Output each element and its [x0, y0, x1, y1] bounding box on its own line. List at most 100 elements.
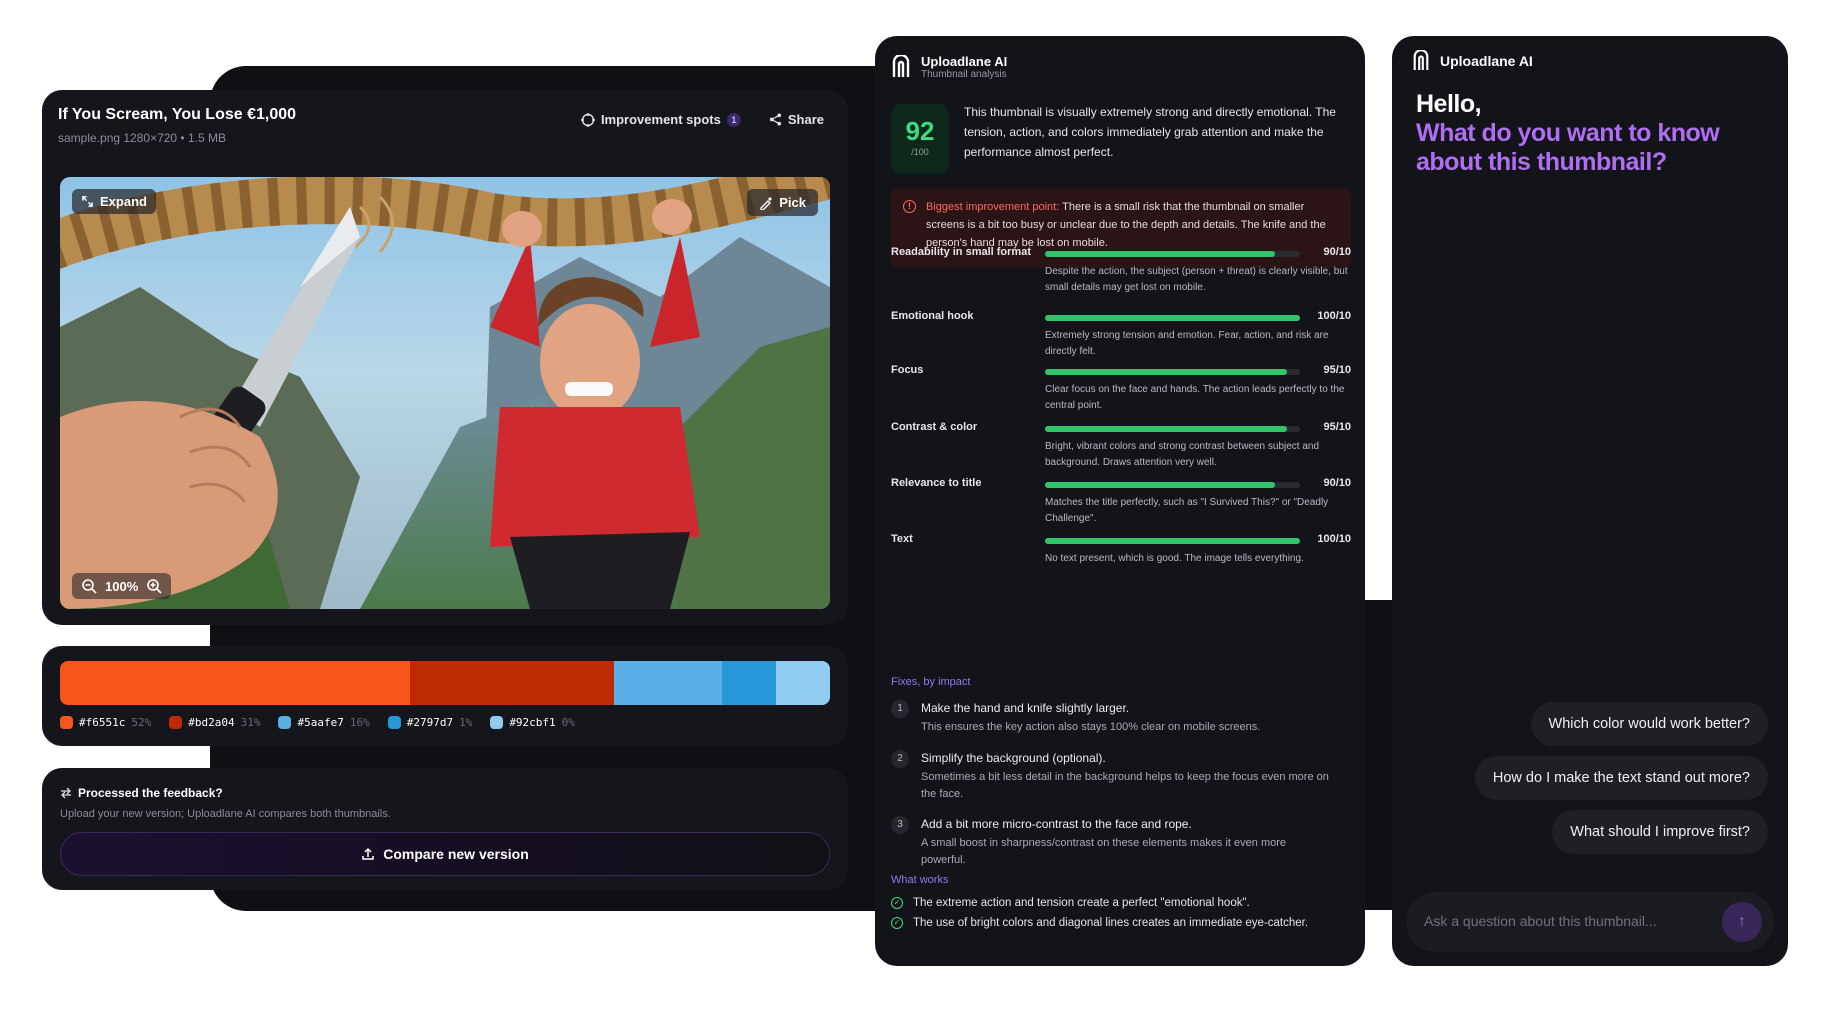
- preview-actions: Improvement spots 1 Share: [580, 112, 824, 127]
- metric-description: Despite the action, the subject (person …: [1045, 266, 1348, 293]
- metric-label: Relevance to title: [891, 477, 982, 489]
- compare-button-label: Compare new version: [383, 846, 529, 862]
- score-denominator: /100: [911, 147, 929, 157]
- palette-segment[interactable]: [776, 661, 830, 705]
- metric-row: Text 100/10 No text present, which is good…: [891, 533, 1351, 583]
- metric-label: Focus: [891, 364, 924, 376]
- metric-score: 95/10: [1323, 364, 1351, 376]
- metric-row: Emotional hook 100/10 Extremely strong ten…: [891, 310, 1351, 360]
- pick-color-button[interactable]: Pick: [747, 189, 818, 216]
- feedback-card: Processed the feedback? Upload your new …: [42, 768, 848, 890]
- check-circle-icon: ✓: [891, 897, 903, 909]
- swap-icon: [61, 787, 71, 799]
- metric-score: 90/10: [1323, 246, 1351, 258]
- palette-legend-item[interactable]: #5aafe7 16%: [278, 716, 370, 729]
- color-swatch: [387, 716, 401, 729]
- works-item: ✓ The use of bright colors and diagonal l…: [891, 914, 1331, 933]
- metric-label: Contrast & color: [891, 421, 978, 433]
- palette-legend-item[interactable]: #bd2a04 31%: [169, 716, 260, 729]
- thumbnail-illustration: [60, 177, 830, 609]
- chat-greeting: Hello,: [1416, 90, 1482, 118]
- metric-bar-track: [1045, 251, 1300, 257]
- fix-title: Simplify the background (optional).: [921, 751, 1106, 765]
- palette-bar: [60, 661, 830, 705]
- color-hex: #92cbf1: [509, 716, 556, 729]
- color-percent: 52%: [131, 716, 152, 729]
- palette-segment[interactable]: [410, 661, 615, 705]
- metric-bar-track: [1045, 426, 1300, 432]
- chat-panel: Uploadlane AI Hello, What do you want to…: [1392, 36, 1788, 966]
- chat-input-placeholder[interactable]: Ask a question about this thumbnail...: [1424, 913, 1657, 929]
- analysis-brand-name: Uploadlane AI: [921, 54, 1008, 69]
- metric-description: Matches the title perfectly, such as "I …: [1045, 497, 1329, 524]
- color-swatch: [278, 716, 292, 729]
- works-text: The use of bright colors and diagonal li…: [913, 917, 1309, 929]
- metric-description: Extremely strong tension and emotion. Fe…: [1045, 330, 1329, 357]
- pick-label: Pick: [779, 195, 806, 210]
- uploadlane-logo-icon: [1413, 50, 1429, 70]
- expand-button[interactable]: Expand: [72, 189, 156, 214]
- metric-description: No text present, which is good. The imag…: [1045, 553, 1304, 564]
- chat-input-box[interactable]: Ask a question about this thumbnail... ↑: [1406, 892, 1774, 952]
- metric-label: Text: [891, 533, 913, 545]
- analysis-brand-sub: Thumbnail analysis: [921, 69, 1007, 80]
- palette-segment[interactable]: [722, 661, 777, 705]
- metric-score: 100/10: [1317, 310, 1351, 322]
- improvement-spots-label: Improvement spots: [600, 112, 721, 127]
- works-item: ✓ The extreme action and tension create a…: [891, 894, 1331, 913]
- color-palette-card: #f6551c 52% #bd2a04 31% #5aafe7 16% #2797d7 1% #…: [42, 646, 848, 746]
- fix-number: 1: [891, 700, 909, 718]
- metric-bar-track: [1045, 482, 1300, 488]
- palette-legend-item[interactable]: #2797d7 1%: [387, 716, 472, 729]
- fix-title: Make the hand and knife slightly larger.: [921, 701, 1130, 715]
- metric-label: Readability in small format: [891, 246, 1031, 258]
- metric-bar-fill: [1045, 315, 1300, 321]
- color-swatch: [169, 716, 183, 729]
- warning-label: Biggest improvement point:: [926, 201, 1060, 213]
- send-button[interactable]: ↑: [1722, 902, 1762, 942]
- metric-row: Relevance to title 90/10 Matches the title…: [891, 477, 1351, 527]
- suggestion-chip[interactable]: Which color would work better?: [1530, 702, 1768, 746]
- color-percent: 16%: [349, 716, 370, 729]
- improvement-spots-button[interactable]: Improvement spots 1: [580, 112, 741, 127]
- color-hex: #2797d7: [406, 716, 454, 729]
- compare-new-version-button[interactable]: Compare new version: [60, 832, 830, 876]
- color-percent: 0%: [561, 716, 575, 729]
- metric-bar-fill: [1045, 482, 1275, 488]
- metric-bar-fill: [1045, 426, 1288, 432]
- zoom-out-icon[interactable]: [81, 578, 97, 594]
- color-swatch: [490, 716, 504, 729]
- feedback-title-row: Processed the feedback?: [60, 786, 223, 800]
- metric-description: Clear focus on the face and hands. The a…: [1045, 384, 1345, 411]
- suggestion-chip[interactable]: What should I improve first?: [1552, 810, 1768, 854]
- metric-score: 100/10: [1317, 533, 1351, 545]
- palette-legend-item[interactable]: #f6551c 52%: [60, 716, 151, 729]
- color-hex: #f6551c: [79, 716, 126, 729]
- share-button[interactable]: Share: [769, 112, 824, 127]
- color-hex: #bd2a04: [188, 716, 235, 729]
- share-label: Share: [787, 112, 824, 127]
- suggestion-chip[interactable]: How do I make the text stand out more?: [1474, 756, 1768, 800]
- expand-icon: [82, 196, 93, 207]
- fixes-heading: Fixes, by impact: [891, 676, 971, 688]
- thumbnail-image[interactable]: Expand Pick 100%: [60, 177, 830, 609]
- arrow-up-icon: ↑: [1738, 913, 1746, 930]
- thumbnail-preview-card: If You Scream, You Lose €1,000 sample.pn…: [42, 90, 848, 625]
- zoom-in-icon[interactable]: [146, 578, 162, 594]
- fix-number: 3: [891, 816, 909, 834]
- zoom-control: 100%: [72, 573, 172, 599]
- target-icon: [580, 112, 595, 127]
- chat-brand: Uploadlane AI: [1412, 50, 1533, 72]
- palette-segment[interactable]: [60, 661, 411, 705]
- works-text: The extreme action and tension create a …: [913, 897, 1250, 909]
- fix-title: Add a bit more micro-contrast to the fac…: [921, 817, 1192, 831]
- palette-legend-item[interactable]: #92cbf1 0%: [490, 716, 575, 729]
- fix-description: This ensures the key action also stays 1…: [921, 721, 1261, 733]
- fix-description: Sometimes a bit less detail in the backg…: [921, 771, 1329, 800]
- palette-segment[interactable]: [614, 661, 723, 705]
- analysis-brand: Uploadlane AI Thumbnail analysis: [891, 54, 1007, 80]
- metric-score: 90/10: [1323, 477, 1351, 489]
- chat-prompt-heading: What do you want to know about this thum…: [1416, 119, 1720, 176]
- analysis-summary: This thumbnail is visually extremely str…: [964, 105, 1336, 159]
- what-works-heading: What works: [891, 874, 949, 886]
